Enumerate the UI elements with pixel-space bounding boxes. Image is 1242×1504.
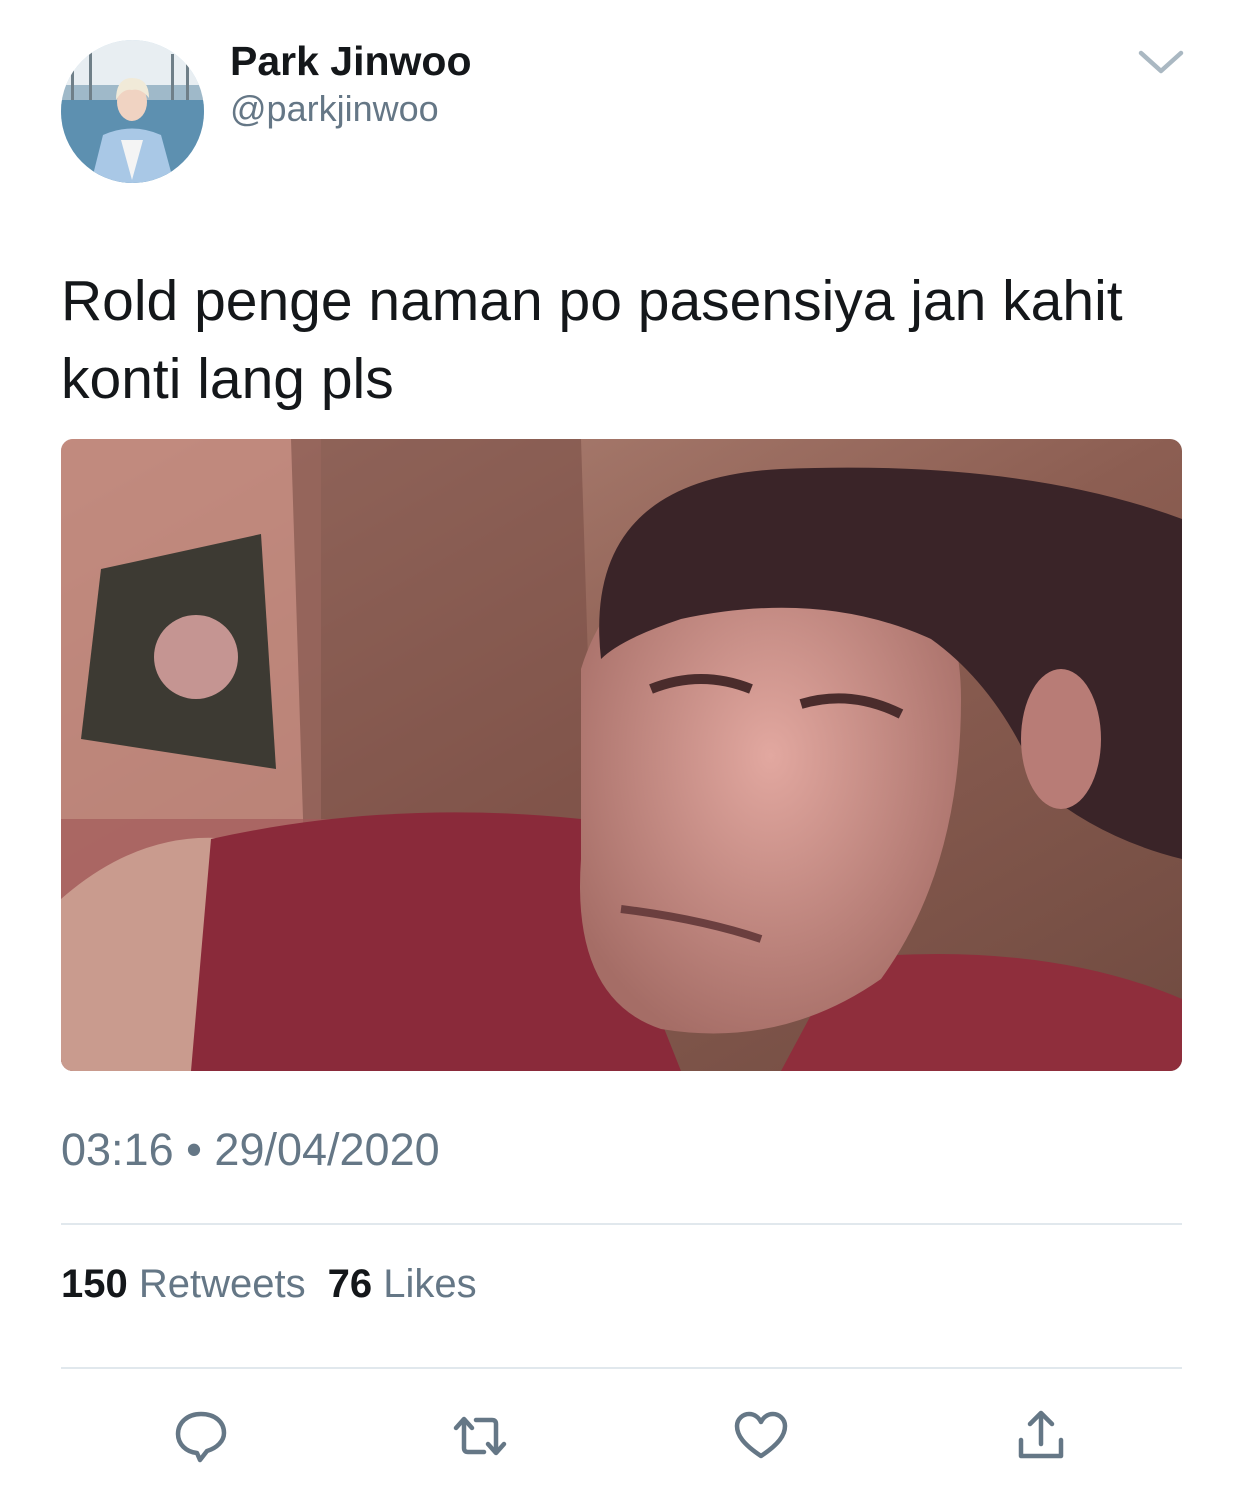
tweet-photo[interactable] <box>61 439 1182 1071</box>
avatar-image <box>61 40 204 183</box>
tweet-text: Rold penge naman po pasensiya jan kahit … <box>61 269 1123 411</box>
timestamp-separator: • <box>186 1124 202 1175</box>
retweets-label: Retweets <box>138 1262 306 1306</box>
avatar[interactable] <box>61 40 204 183</box>
likes-count: 76 <box>327 1262 373 1306</box>
chevron-down-icon[interactable] <box>1136 44 1186 80</box>
tweet-date: 29/04/2020 <box>214 1124 440 1175</box>
user-handle[interactable]: @parkjinwoo <box>230 88 439 130</box>
retweet-icon[interactable] <box>452 1408 508 1464</box>
divider <box>61 1367 1182 1369</box>
reply-icon[interactable] <box>173 1408 229 1464</box>
share-icon[interactable] <box>1013 1408 1069 1464</box>
tweet-timestamp: 03:16 • 29/04/2020 <box>61 1124 440 1176</box>
likes-stat[interactable]: 76 Likes <box>328 1262 477 1306</box>
divider <box>61 1223 1182 1225</box>
likes-label: Likes <box>383 1262 477 1306</box>
retweets-stat[interactable]: 150 Retweets <box>61 1262 306 1306</box>
tweet-stats: 150 Retweets 76 Likes <box>61 1262 477 1307</box>
tweet-time: 03:16 <box>61 1124 174 1175</box>
retweets-count: 150 <box>61 1262 128 1306</box>
display-name[interactable]: Park Jinwoo <box>230 38 472 85</box>
heart-icon[interactable] <box>733 1408 789 1464</box>
